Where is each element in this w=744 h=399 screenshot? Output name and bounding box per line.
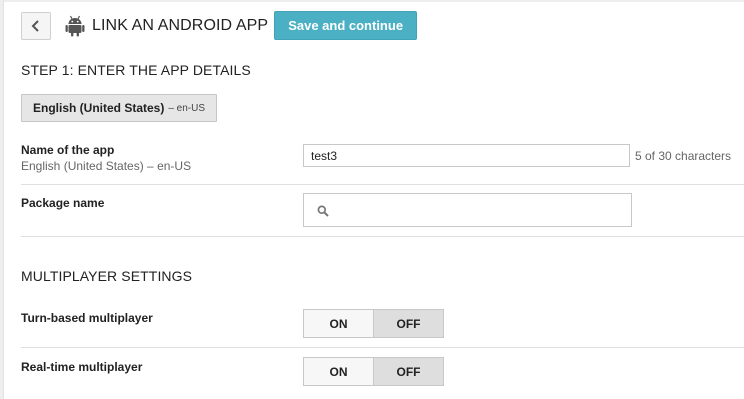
divider [21, 236, 744, 237]
turn-based-toggle: ON OFF [303, 309, 444, 338]
turn-based-off-button[interactable]: OFF [374, 310, 443, 337]
turn-based-label: Turn-based multiplayer [21, 311, 153, 325]
package-name-label: Package name [21, 196, 105, 210]
chevron-left-icon [31, 19, 39, 32]
page-header: LINK AN ANDROID APP Save and continue [21, 11, 418, 40]
step1-title: STEP 1: ENTER THE APP DETAILS [21, 62, 251, 78]
multiplayer-settings-title: MULTIPLAYER SETTINGS [21, 268, 193, 284]
real-time-off-button[interactable]: OFF [374, 358, 443, 385]
android-icon [65, 15, 85, 36]
back-button[interactable] [21, 11, 51, 40]
language-tab-name: English (United States) [32, 101, 165, 115]
divider [21, 184, 744, 185]
real-time-on-button[interactable]: ON [304, 358, 374, 385]
save-and-continue-button[interactable]: Save and continue [274, 11, 418, 40]
language-tab-en-us[interactable]: English (United States) – en-US [21, 94, 217, 122]
top-border [0, 0, 744, 2]
real-time-toggle: ON OFF [303, 357, 444, 386]
left-border [0, 0, 4, 399]
app-name-char-count: 5 of 30 characters [635, 149, 732, 163]
real-time-label: Real-time multiplayer [21, 360, 143, 374]
page-title: LINK AN ANDROID APP [92, 16, 269, 34]
app-name-input[interactable]: test3 [303, 144, 630, 167]
search-icon [317, 205, 329, 217]
turn-based-on-button[interactable]: ON [304, 310, 374, 337]
divider [21, 347, 744, 348]
language-tab-code: – en-US [168, 102, 206, 114]
app-name-sublabel: English (United States) – en-US [21, 159, 192, 173]
app-name-label: Name of the app [21, 143, 115, 157]
package-name-search-input[interactable] [303, 193, 632, 227]
